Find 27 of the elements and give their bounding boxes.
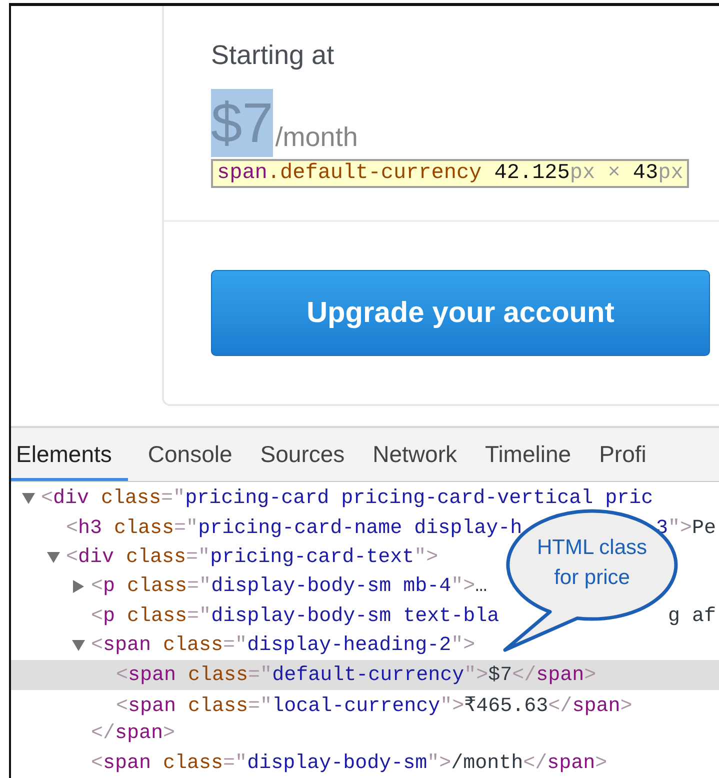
dom-line: <div class="pricing-card-text">	[66, 546, 438, 570]
starting-at-label: Starting at	[211, 40, 336, 71]
dom-line-fragment: g af	[668, 604, 716, 628]
dom-line: <p class="display-body-sm mb-4">…	[91, 575, 488, 598]
devtools-tab[interactable]: Elements	[11, 428, 128, 482]
price-suffix: /month	[275, 122, 358, 153]
dom-line: <p class="display-body-sm text-bla	[91, 604, 500, 628]
disclosure-triangle-icon[interactable]	[72, 580, 85, 594]
dom-line: <span class="local-currency">₹465.63</span>	[116, 694, 632, 718]
devtools-tab[interactable]: Sources	[255, 428, 353, 482]
selected-row[interactable]: <span class="default-currency">$7</span>	[11, 660, 719, 690]
dom-line: <span class="display-body-sm">/month</span>	[91, 752, 608, 775]
inspect-tooltip: span.default-currency 42.125px × 43px	[211, 159, 690, 188]
disclosure-triangle-icon[interactable]	[22, 492, 35, 506]
devtools-tab[interactable]: Timeline	[480, 428, 580, 482]
price-amount: $7	[211, 89, 274, 157]
dom-line: <span class="display-heading-2">	[91, 634, 476, 658]
dom-line: <span class="default-currency">$7</span>	[116, 664, 596, 687]
devtools-tab[interactable]: Network	[368, 428, 465, 482]
devtools-tab[interactable]: Profi	[594, 428, 654, 482]
callout-text: HTML class for price	[536, 535, 648, 592]
disclosure-triangle-icon[interactable]	[72, 639, 85, 652]
dom-line: <div class="pricing-card pricing-card-vertical pric	[41, 487, 654, 510]
disclosure-triangle-icon[interactable]	[47, 551, 60, 564]
dom-line: </span>	[91, 722, 176, 746]
devtools-tab[interactable]: Console	[142, 428, 240, 482]
dom-line: <h3 class="pricing-card-name display-h	[66, 516, 522, 540]
